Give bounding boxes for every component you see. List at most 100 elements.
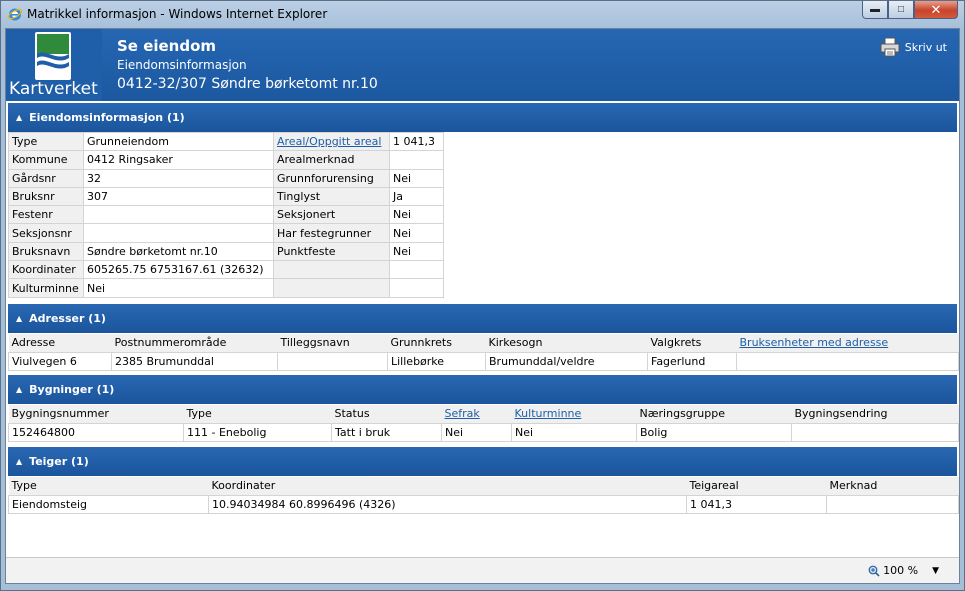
table-cell: Eiendomsteig <box>8 494 209 514</box>
print-label: Skriv ut <box>904 40 947 54</box>
field-value: Nei <box>389 168 444 188</box>
column-header: Næringsgruppe <box>636 405 792 423</box>
sefrak-link[interactable]: Sefrak <box>441 405 512 423</box>
zoom-control[interactable]: 100 % ▼ <box>868 564 939 577</box>
column-header: Teigareal <box>686 477 827 495</box>
field-value <box>389 150 444 170</box>
browser-window: Matrikkel informasjon - Windows Internet… <box>0 0 965 591</box>
field-label: Kommune <box>8 150 84 170</box>
property-heading: 0412-32/307 Søndre børketomt nr.10 <box>117 76 378 92</box>
page-title: Se eiendom <box>117 37 217 55</box>
table-cell <box>736 351 959 371</box>
field-label: Kulturminne <box>8 278 84 298</box>
table-cell: 111 - Enebolig <box>183 422 332 442</box>
table-header-row: Adresse Postnummerområde Tilleggsnavn Gr… <box>8 334 959 352</box>
table-cell: 152464800 <box>8 422 184 442</box>
window-title: Matrikkel informasjon - Windows Internet… <box>27 7 328 21</box>
maximize-button[interactable]: □ <box>888 1 914 19</box>
adresser-table: Adresse Postnummerområde Tilleggsnavn Gr… <box>8 334 959 371</box>
column-header: Status <box>331 405 442 423</box>
field-value <box>83 205 274 225</box>
field-value: 0412 Ringsaker <box>83 150 274 170</box>
column-header: Bygningsnummer <box>8 405 184 423</box>
field-value: Grunneiendom <box>83 131 274 152</box>
field-value: 605265.75 6753167.61 (32632) <box>83 260 274 280</box>
eiendom-info-table: Type Grunneiendom Areal/Oppgitt areal 1 041… <box>8 131 444 298</box>
column-header: Postnummerområde <box>111 334 278 352</box>
column-header: Adresse <box>8 334 112 352</box>
column-header: Valgkrets <box>647 334 737 352</box>
field-label: Festenr <box>8 205 84 225</box>
field-label: Seksjonert <box>273 205 390 225</box>
section-header-adresser[interactable]: ▲ Adresser (1) <box>8 304 957 333</box>
collapse-arrow-icon: ▲ <box>16 113 23 122</box>
header-banner: Kartverket Se eiendom Eiendomsinformasjo… <box>6 29 959 101</box>
logo-text: Kartverket <box>9 79 98 99</box>
field-label: Har festegrunner <box>273 223 390 243</box>
table-row: Eiendomsteig 10.94034984 60.8996496 (432… <box>8 494 959 514</box>
field-value: Søndre børketomt nr.10 <box>83 241 274 262</box>
section-title: Eiendomsinformasjon (1) <box>29 111 185 124</box>
field-label: Grunnforurensing <box>273 168 390 188</box>
internet-explorer-icon <box>7 8 23 21</box>
field-label: Gårdsnr <box>8 168 84 188</box>
table-cell: 2385 Brumunddal <box>111 351 278 371</box>
info-row: Type Grunneiendom Areal/Oppgitt areal 1 041… <box>8 131 444 152</box>
section-header-bygninger[interactable]: ▲ Bygninger (1) <box>8 375 957 404</box>
table-row: Viulvegen 6 2385 Brumunddal Lillebørke B… <box>8 351 959 371</box>
table-cell: 10.94034984 60.8996496 (4326) <box>208 494 687 514</box>
table-cell <box>791 422 959 442</box>
field-value <box>389 260 444 280</box>
section-header-eiendom[interactable]: ▲ Eiendomsinformasjon (1) <box>8 103 957 132</box>
info-row: Bruksnr 307 Tinglyst Ja <box>8 186 444 207</box>
window-controls: ▬ □ ✕ <box>862 1 958 19</box>
page-subtitle: Eiendomsinformasjon <box>117 58 247 72</box>
field-label <box>273 278 390 298</box>
title-bar: Matrikkel informasjon - Windows Internet… <box>1 1 964 27</box>
collapse-arrow-icon: ▲ <box>16 457 23 466</box>
field-value: Nei <box>389 241 444 262</box>
column-header: Merknad <box>826 477 959 495</box>
section-title: Bygninger (1) <box>29 383 115 396</box>
table-cell <box>277 351 388 371</box>
column-header: Koordinater <box>208 477 687 495</box>
section-title: Adresser (1) <box>29 312 106 325</box>
areal-link[interactable]: Areal/Oppgitt areal <box>273 131 390 152</box>
zoom-level: 100 % <box>883 564 919 577</box>
collapse-arrow-icon: ▲ <box>16 385 23 394</box>
bygninger-table: Bygningsnummer Type Status Sefrak Kultur… <box>8 405 959 442</box>
minimize-button[interactable]: ▬ <box>862 1 888 19</box>
field-value: Nei <box>389 205 444 225</box>
table-cell <box>826 494 959 514</box>
info-row: Seksjonsnr Har festegrunner Nei <box>8 223 444 243</box>
table-header-row: Bygningsnummer Type Status Sefrak Kultur… <box>8 405 959 423</box>
field-value <box>83 223 274 243</box>
section-header-teiger[interactable]: ▲ Teiger (1) <box>8 447 957 476</box>
field-label: Bruksnr <box>8 186 84 207</box>
print-button[interactable]: Skriv ut <box>880 37 947 57</box>
field-value: Ja <box>389 186 444 207</box>
kulturminne-link[interactable]: Kulturminne <box>511 405 637 423</box>
field-label: Type <box>8 131 84 152</box>
column-header: Tilleggsnavn <box>277 334 388 352</box>
table-cell: Brumunddal/veldre <box>485 351 648 371</box>
kartverket-logo-icon <box>35 32 71 80</box>
kartverket-logo: Kartverket <box>6 29 102 101</box>
field-label: Tinglyst <box>273 186 390 207</box>
table-cell: Fagerlund <box>647 351 737 371</box>
table-cell: Lillebørke <box>387 351 486 371</box>
field-value: Nei <box>83 278 274 298</box>
field-value: 1 041,3 <box>389 131 444 152</box>
info-row: Festenr Seksjonert Nei <box>8 205 444 225</box>
section-title: Teiger (1) <box>29 455 89 468</box>
field-label <box>273 260 390 280</box>
bruksenheter-link[interactable]: Bruksenheter med adresse <box>736 334 959 352</box>
table-row: 152464800 111 - Enebolig Tatt i bruk Nei… <box>8 422 959 442</box>
chevron-down-icon[interactable]: ▼ <box>932 566 939 576</box>
field-value: 307 <box>83 186 274 207</box>
field-label: Bruksnavn <box>8 241 84 262</box>
field-label: Punktfeste <box>273 241 390 262</box>
column-header: Type <box>183 405 332 423</box>
table-cell: Bolig <box>636 422 792 442</box>
close-button[interactable]: ✕ <box>914 1 958 19</box>
